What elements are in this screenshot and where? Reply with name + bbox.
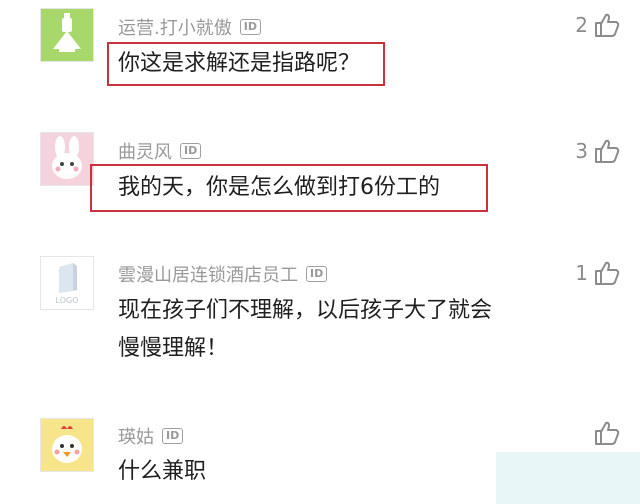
- logo-placeholder-avatar-icon[interactable]: LOGO: [40, 256, 94, 310]
- comment-text: 什么兼职: [118, 459, 207, 484]
- background-tint: [496, 452, 640, 504]
- thumbs-up-icon[interactable]: [594, 420, 620, 446]
- like-count: 1: [575, 261, 588, 285]
- username-text[interactable]: 运营.打小就傲: [118, 14, 232, 40]
- like-count: 3: [575, 139, 588, 163]
- id-badge: ID: [306, 266, 328, 282]
- comment-text-line-1: 现在孩子们不理解，以后孩子大了就会: [118, 298, 493, 323]
- id-badge: ID: [180, 143, 202, 159]
- comment-text: 你这是求解还是指路呢？: [118, 51, 361, 76]
- username[interactable]: 运营.打小就傲 ID: [118, 14, 261, 40]
- username-text[interactable]: 瑛姑: [118, 423, 154, 449]
- logo-avatar-text: LOGO: [56, 296, 79, 305]
- id-badge: ID: [239, 19, 261, 35]
- username[interactable]: 瑛姑 ID: [118, 423, 184, 449]
- thumbs-up-icon[interactable]: [594, 138, 620, 164]
- like-button[interactable]: 2: [575, 12, 620, 38]
- like-count: 2: [575, 13, 588, 37]
- username-text[interactable]: 雲漫山居连锁酒店员工: [118, 261, 298, 287]
- like-button[interactable]: 1: [575, 260, 620, 286]
- pink-rabbit-avatar-icon[interactable]: [40, 132, 94, 186]
- thumbs-up-icon[interactable]: [594, 260, 620, 286]
- id-badge: ID: [162, 428, 184, 444]
- comment-text-line-2: 慢慢理解！: [118, 336, 229, 361]
- username-text[interactable]: 曲灵风: [118, 138, 172, 164]
- green-robot-avatar-icon[interactable]: [40, 8, 94, 62]
- like-button[interactable]: 3: [575, 138, 620, 164]
- username[interactable]: 雲漫山居连锁酒店员工 ID: [118, 261, 328, 287]
- username[interactable]: 曲灵风 ID: [118, 138, 202, 164]
- thumbs-up-icon[interactable]: [594, 12, 620, 38]
- cartoon-chicken-avatar-icon[interactable]: [40, 418, 94, 472]
- comment-text: 我的天，你是怎么做到打6份工的: [118, 175, 440, 200]
- like-button[interactable]: [588, 420, 620, 446]
